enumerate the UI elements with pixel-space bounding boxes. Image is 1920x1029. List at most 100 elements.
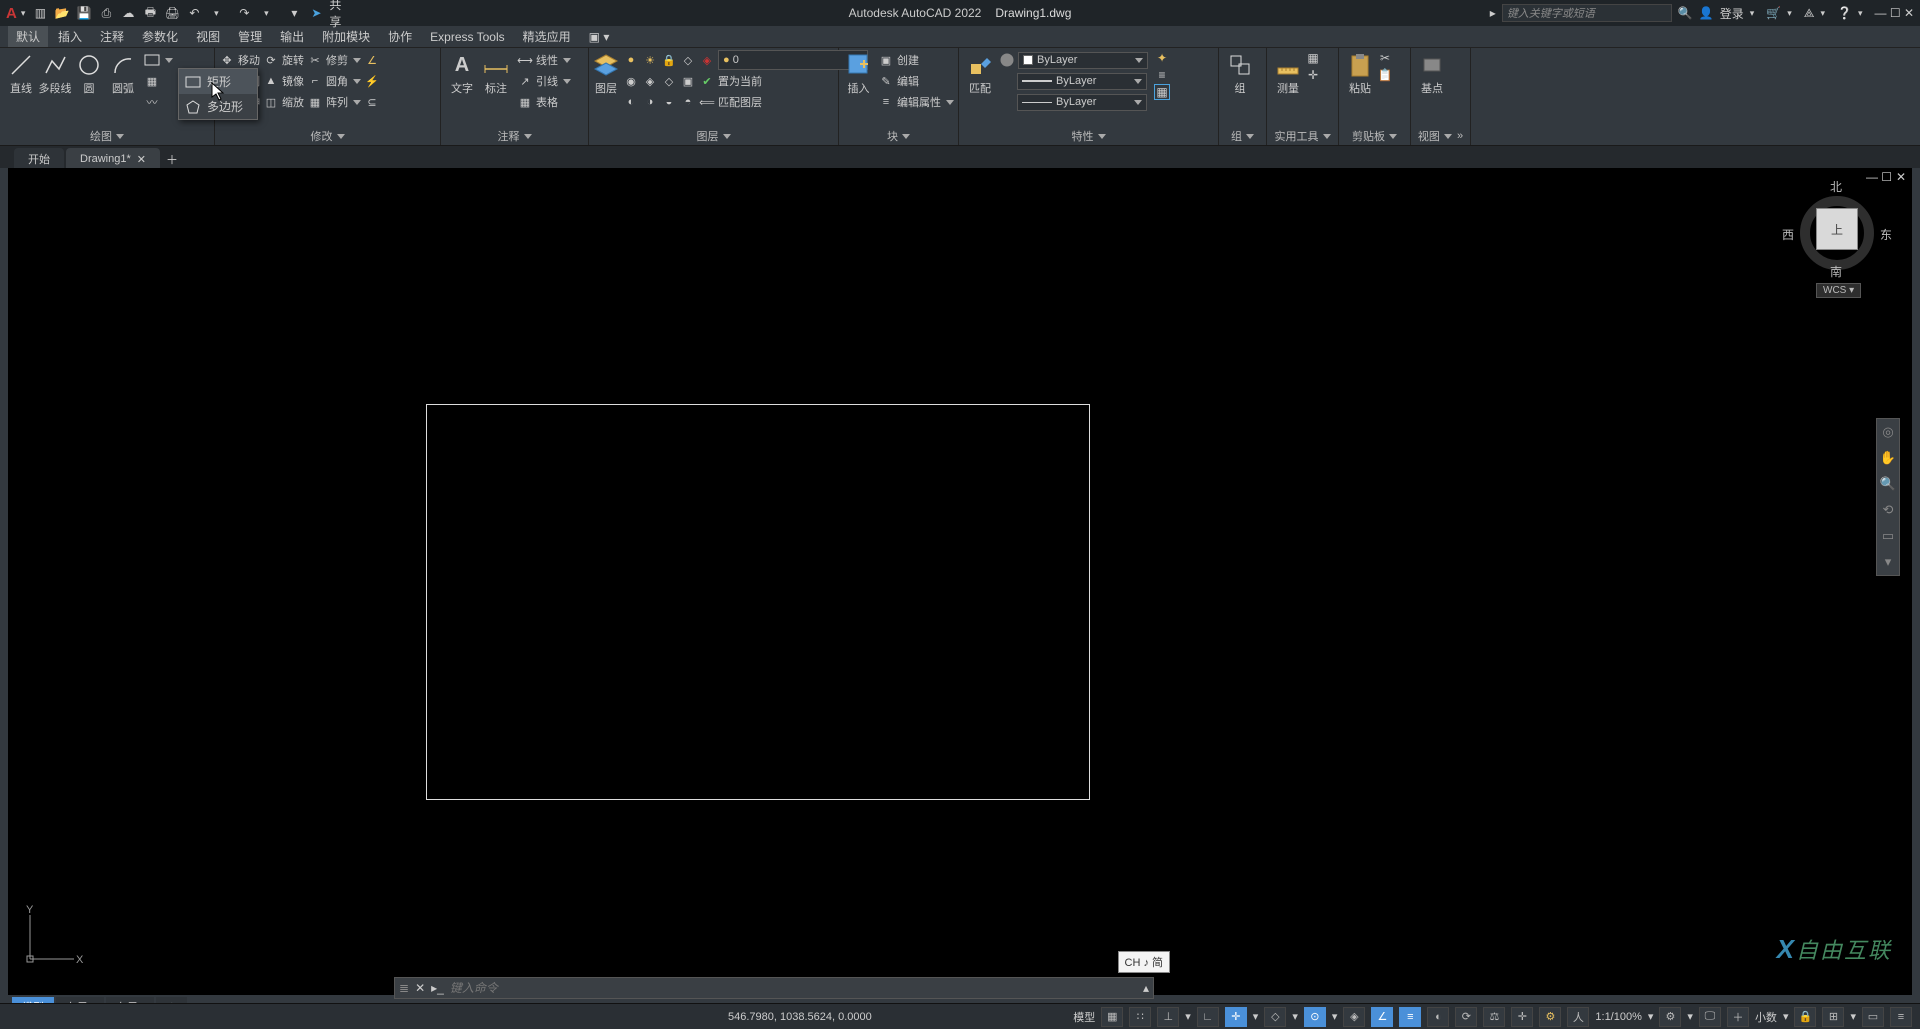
tab-insert[interactable]: 插入	[50, 26, 90, 47]
sb-clean-icon[interactable]: ▭	[1862, 1007, 1884, 1027]
arc-button[interactable]: 圆弧	[106, 50, 140, 96]
matchlayer-button[interactable]: 匹配图层	[718, 94, 762, 110]
viewcube-s[interactable]: 南	[1830, 263, 1842, 280]
sb-polar-icon[interactable]: ✛	[1225, 1007, 1247, 1027]
login-label[interactable]: 登录	[1720, 5, 1744, 22]
sb-ann-icon[interactable]: ⚖	[1483, 1007, 1505, 1027]
viewcube-top[interactable]: 上	[1816, 208, 1858, 250]
help-icon[interactable]: ❔	[1837, 6, 1852, 20]
layer-r2-icon[interactable]: ◉	[623, 73, 639, 89]
login-drop[interactable]: ▾	[1750, 8, 1755, 19]
leader-button[interactable]: ↗引线	[517, 71, 571, 91]
rotate-icon[interactable]: ⟳	[263, 52, 279, 68]
tab-manage[interactable]: 管理	[230, 26, 270, 47]
tab-new[interactable]: ＋	[162, 151, 182, 168]
cart-drop[interactable]: ▾	[1787, 8, 1792, 19]
erase-icon[interactable]: ∠	[364, 52, 380, 68]
dim-button[interactable]: 标注	[479, 50, 513, 96]
insert-button[interactable]: 插入	[843, 50, 874, 96]
sb-trans-icon[interactable]: ◐	[1427, 1007, 1449, 1027]
plot-icon[interactable]: 🖶	[141, 4, 159, 22]
undo-drop[interactable]: ▾	[207, 4, 225, 22]
color-combo[interactable]: ByLayer	[1018, 52, 1148, 69]
layer-r2d-icon[interactable]: ▣	[680, 73, 696, 89]
autodesk-icon[interactable]: ⟁	[1804, 6, 1815, 21]
line-button[interactable]: 直线	[4, 50, 38, 96]
offset-icon[interactable]: ⊆	[364, 94, 380, 110]
trim-icon[interactable]: ✂	[307, 52, 323, 68]
status-model[interactable]: 模型	[1073, 1009, 1095, 1025]
cut-icon[interactable]: ✂	[1377, 50, 1393, 66]
sb-add-icon[interactable]: ✛	[1511, 1007, 1533, 1027]
layer-r2b-icon[interactable]: ◈	[642, 73, 658, 89]
rotate-button[interactable]: 旋转	[282, 52, 304, 68]
mirror-button[interactable]: 镜像	[282, 73, 304, 89]
nav-pan-icon[interactable]: ✋	[1877, 445, 1899, 471]
table-button[interactable]: ▦表格	[517, 92, 571, 112]
save-icon[interactable]: 💾	[75, 4, 93, 22]
print-icon[interactable]: 🖨	[163, 4, 181, 22]
search-icon[interactable]: 🔍	[1678, 6, 1693, 20]
nav-show-icon[interactable]: ▭	[1877, 523, 1899, 549]
sb-grid-icon[interactable]: ▦	[1101, 1007, 1123, 1027]
share-label[interactable]: 共享	[329, 4, 347, 22]
panel-draw-title[interactable]: 绘图	[4, 127, 210, 145]
nav-zoom-icon[interactable]: 🔍	[1877, 471, 1899, 497]
panel-view-title[interactable]: 视图 »	[1415, 127, 1466, 145]
open-icon[interactable]: 📂	[53, 4, 71, 22]
layer-iso-icon[interactable]: ◇	[680, 52, 696, 68]
layer-dim-icon[interactable]: ◈	[699, 52, 715, 68]
setcur-button[interactable]: 置为当前	[718, 73, 762, 89]
tab-parametric[interactable]: 参数化	[134, 26, 186, 47]
maximize-button[interactable]: ☐	[1890, 6, 1901, 20]
layer-button[interactable]: 图层	[593, 50, 619, 96]
rect-option[interactable]: 矩形	[179, 69, 257, 94]
spline-button[interactable]: 〰	[144, 92, 173, 112]
panel-clip-title[interactable]: 剪贴板	[1343, 127, 1406, 145]
viewcube-n[interactable]: 北	[1830, 178, 1842, 195]
tab-view[interactable]: 视图	[188, 26, 228, 47]
panel-group-title[interactable]: 组	[1223, 127, 1262, 145]
nav-orbit-icon[interactable]: ⟲	[1877, 497, 1899, 523]
redo-icon[interactable]: ↷	[235, 4, 253, 22]
sb-ortho-icon[interactable]: ∟	[1197, 1007, 1219, 1027]
sb-units[interactable]: 小数	[1755, 1009, 1777, 1025]
viewcube-w[interactable]: 西	[1782, 226, 1794, 243]
drawing-area[interactable]: — ☐ ✕ YX 北 南 西 东 上 WCS ▾ ◎ ✋ 🔍 ⟲ ▭ ▾ X自由…	[8, 168, 1912, 995]
sb-ann3-icon[interactable]: 人	[1567, 1007, 1589, 1027]
nav-drop-icon[interactable]: ▾	[1877, 549, 1899, 575]
tab-default[interactable]: 默认	[8, 26, 48, 47]
polygon-option[interactable]: 多边形	[179, 94, 257, 119]
app-logo[interactable]: A	[6, 5, 17, 22]
array-icon[interactable]: ▦	[307, 94, 323, 110]
panel-util-title[interactable]: 实用工具	[1271, 127, 1334, 145]
layer-match-icon[interactable]: ⟸	[699, 94, 715, 110]
cmd-expand-icon[interactable]: ▴	[1143, 981, 1149, 995]
copyc-icon[interactable]: 📋	[1377, 67, 1393, 83]
sb-3dosnap-icon[interactable]: ◈	[1343, 1007, 1365, 1027]
matchprops-button[interactable]: 匹配	[963, 50, 997, 96]
panel-layer-title[interactable]: 图层	[593, 127, 834, 145]
drawn-rectangle[interactable]	[426, 404, 1090, 800]
point-icon[interactable]: ✛	[1305, 67, 1321, 83]
sb-iso-icon[interactable]: ◇	[1264, 1007, 1286, 1027]
color-swatch-icon[interactable]	[999, 52, 1015, 68]
blk-attr-button[interactable]: ≡编辑属性	[878, 92, 954, 112]
close-button[interactable]: ✕	[1904, 6, 1914, 20]
adsk-drop[interactable]: ▾	[1820, 8, 1825, 19]
panel-modify-title[interactable]: 修改	[219, 127, 436, 145]
sb-scale[interactable]: 1:1/100%	[1595, 1011, 1641, 1023]
undo-icon[interactable]: ↶	[185, 4, 203, 22]
base-button[interactable]: 基点	[1415, 50, 1449, 96]
command-line[interactable]: ≣ ✕ ▸_ ▴	[394, 977, 1154, 999]
tab-start[interactable]: 开始	[14, 148, 64, 168]
layer-sun-icon[interactable]: ☀	[642, 52, 658, 68]
sb-snap-icon[interactable]: ∷	[1129, 1007, 1151, 1027]
tab-collab[interactable]: 协作	[380, 26, 420, 47]
tab-annotate[interactable]: 注释	[92, 26, 132, 47]
help-drop[interactable]: ▾	[1858, 8, 1863, 19]
tab-drawing1[interactable]: Drawing1*✕	[66, 148, 160, 168]
sb-infer-icon[interactable]: ⊥	[1157, 1007, 1179, 1027]
blk-create-button[interactable]: ▣创建	[878, 50, 954, 70]
sb-hw-icon[interactable]: ⊞	[1822, 1007, 1844, 1027]
